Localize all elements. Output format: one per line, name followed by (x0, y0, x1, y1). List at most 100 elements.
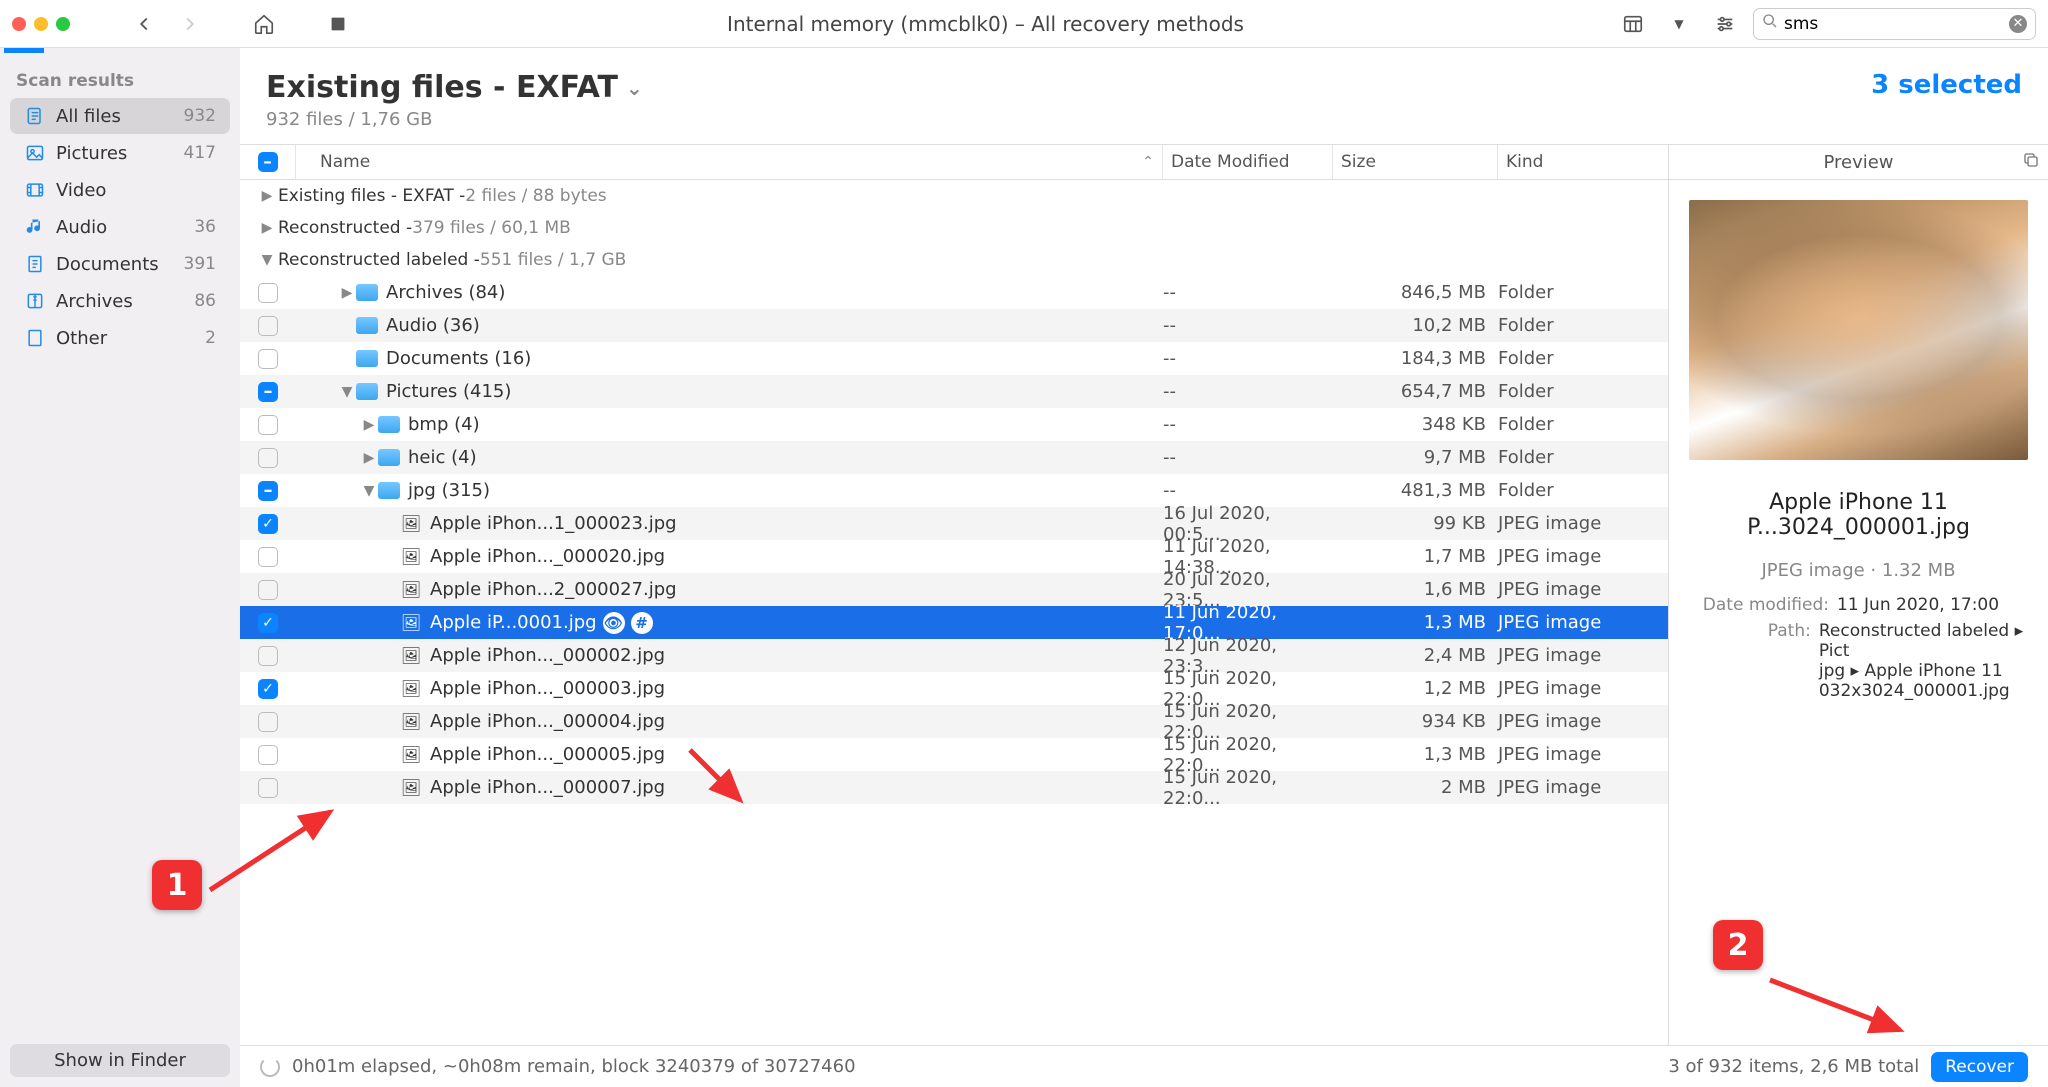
row-checkbox[interactable] (258, 283, 278, 303)
disclosure-icon[interactable]: ▼ (360, 483, 378, 499)
row-checkbox[interactable]: ✓ (258, 679, 278, 699)
folder-row[interactable]: Documents (16)--184,3 MBFolder (240, 342, 1668, 375)
show-in-finder-button[interactable]: Show in Finder (10, 1044, 230, 1077)
row-checkbox[interactable] (258, 415, 278, 435)
file-row[interactable]: 🖼Apple iPhon...2_000027.jpg20 Jul 2020, … (240, 573, 1668, 606)
archives-icon (24, 290, 46, 312)
annotation-callout-2: 2 (1713, 920, 1763, 970)
title-dropdown-icon[interactable]: ⌄ (626, 76, 643, 100)
folder-icon (356, 348, 378, 370)
sidebar-item-audio[interactable]: Audio36 (10, 209, 230, 245)
column-date[interactable]: Date Modified (1163, 145, 1333, 179)
file-row[interactable]: 🖼Apple iPhon..._000020.jpg11 Jul 2020, 1… (240, 540, 1668, 573)
row-checkbox[interactable]: – (258, 382, 278, 402)
file-size: 1,3 MB (1333, 612, 1498, 633)
folder-row[interactable]: ▶heic (4)--9,7 MBFolder (240, 441, 1668, 474)
row-checkbox[interactable] (258, 646, 278, 666)
file-row[interactable]: 🖼Apple iPhon..._000002.jpg12 Jun 2020, 2… (240, 639, 1668, 672)
file-row[interactable]: ✓🖼Apple iPhon..._000003.jpg15 Jun 2020, … (240, 672, 1668, 705)
file-kind: JPEG image (1498, 513, 1668, 534)
disclosure-icon[interactable]: ▶ (360, 417, 378, 433)
folder-row[interactable]: ▶bmp (4)--348 KBFolder (240, 408, 1668, 441)
sidebar-item-documents[interactable]: Documents391 (10, 246, 230, 282)
row-checkbox[interactable] (258, 745, 278, 765)
recover-button[interactable]: Recover (1931, 1052, 2028, 1082)
search-input[interactable] (1784, 14, 2003, 34)
file-icon: 🖼 (400, 645, 422, 667)
home-button[interactable] (246, 6, 282, 42)
sidebar-item-pictures[interactable]: Pictures417 (10, 135, 230, 171)
file-kind: JPEG image (1498, 711, 1668, 732)
zoom-window-button[interactable] (56, 17, 70, 31)
disclosure-icon[interactable]: ▶ (256, 188, 278, 204)
row-checkbox[interactable]: ✓ (258, 514, 278, 534)
view-options-button[interactable] (1615, 6, 1651, 42)
file-size: 934 KB (1333, 711, 1498, 732)
column-headers: – Name⌃ Date Modified Size Kind (240, 145, 1668, 180)
copy-preview-button[interactable] (2022, 151, 2040, 174)
file-size: 1,3 MB (1333, 744, 1498, 765)
hex-badge-icon[interactable]: # (631, 612, 653, 634)
file-row[interactable]: 🖼Apple iPhon..._000004.jpg15 Jun 2020, 2… (240, 705, 1668, 738)
row-checkbox[interactable] (258, 712, 278, 732)
disclosure-icon[interactable]: ▶ (360, 450, 378, 466)
row-checkbox[interactable]: ✓ (258, 613, 278, 633)
row-checkbox[interactable] (258, 778, 278, 798)
close-window-button[interactable] (12, 17, 26, 31)
clear-search-button[interactable]: ✕ (2009, 15, 2027, 33)
file-row[interactable]: 🖼Apple iPhon..._000007.jpg15 Jun 2020, 2… (240, 771, 1668, 804)
file-kind: Folder (1498, 447, 1668, 468)
filter-settings-button[interactable] (1707, 6, 1743, 42)
group-row[interactable]: ▶Existing files - EXFAT - 2 files / 88 b… (240, 180, 1668, 212)
disclosure-icon[interactable]: ▼ (256, 252, 278, 268)
file-date: -- (1163, 282, 1333, 303)
group-row[interactable]: ▼Reconstructed labeled - 551 files / 1,7… (240, 244, 1668, 276)
row-checkbox[interactable]: – (258, 481, 278, 501)
folder-row[interactable]: –▼Pictures (415)--654,7 MBFolder (240, 375, 1668, 408)
folder-icon (378, 447, 400, 469)
file-name: Apple iPhon..._000005.jpg (430, 744, 665, 765)
sidebar-item-other[interactable]: Other2 (10, 320, 230, 356)
sidebar-item-video[interactable]: Video (10, 172, 230, 208)
sidebar-item-all-files[interactable]: All files932 (10, 98, 230, 134)
row-checkbox[interactable] (258, 316, 278, 336)
row-checkbox[interactable] (258, 349, 278, 369)
file-size: 348 KB (1333, 414, 1498, 435)
folder-row[interactable]: –▼jpg (315)--481,3 MBFolder (240, 474, 1668, 507)
view-dropdown-icon[interactable]: ▼ (1661, 6, 1697, 42)
preview-badge-icon[interactable]: 👁 (603, 612, 625, 634)
file-row[interactable]: ✓🖼Apple iPhon...1_000023.jpg16 Jul 2020,… (240, 507, 1668, 540)
file-icon: 🖼 (400, 579, 422, 601)
forward-button[interactable] (172, 6, 208, 42)
group-row[interactable]: ▶Reconstructed - 379 files / 60,1 MB (240, 212, 1668, 244)
file-date: -- (1163, 348, 1333, 369)
file-icon: 🖼 (400, 678, 422, 700)
sidebar-item-archives[interactable]: Archives86 (10, 283, 230, 319)
column-kind[interactable]: Kind (1498, 145, 1668, 179)
page-title: Existing files - EXFAT (266, 70, 618, 105)
file-name: Apple iP...0001.jpg (430, 612, 597, 633)
file-kind: JPEG image (1498, 579, 1668, 600)
file-row[interactable]: 🖼Apple iPhon..._000005.jpg15 Jun 2020, 2… (240, 738, 1668, 771)
minimize-window-button[interactable] (34, 17, 48, 31)
row-checkbox[interactable] (258, 547, 278, 567)
folder-row[interactable]: ▶Archives (84)--846,5 MBFolder (240, 276, 1668, 309)
disclosure-icon[interactable]: ▶ (338, 285, 356, 301)
column-size[interactable]: Size (1333, 145, 1498, 179)
folder-row[interactable]: Audio (36)--10,2 MBFolder (240, 309, 1668, 342)
row-checkbox[interactable] (258, 580, 278, 600)
file-icon: 🖼 (400, 612, 422, 634)
header-checkbox[interactable]: – (240, 145, 296, 179)
search-field[interactable]: ✕ (1753, 8, 2036, 40)
back-button[interactable] (126, 6, 162, 42)
toolbar: Internal memory (mmcblk0) – All recovery… (0, 0, 2048, 48)
file-kind: Folder (1498, 381, 1668, 402)
disclosure-icon[interactable]: ▼ (338, 384, 356, 400)
file-row[interactable]: ✓🖼Apple iP...0001.jpg👁#11 Jun 2020, 17:0… (240, 606, 1668, 639)
column-name[interactable]: Name⌃ (296, 145, 1163, 179)
file-list: ▶Existing files - EXFAT - 2 files / 88 b… (240, 180, 1668, 1045)
stop-button[interactable] (320, 6, 356, 42)
disclosure-icon[interactable]: ▶ (256, 220, 278, 236)
row-checkbox[interactable] (258, 448, 278, 468)
preview-pane: Preview Apple iPhone 11 P...3024_000001.… (1668, 145, 2048, 1045)
